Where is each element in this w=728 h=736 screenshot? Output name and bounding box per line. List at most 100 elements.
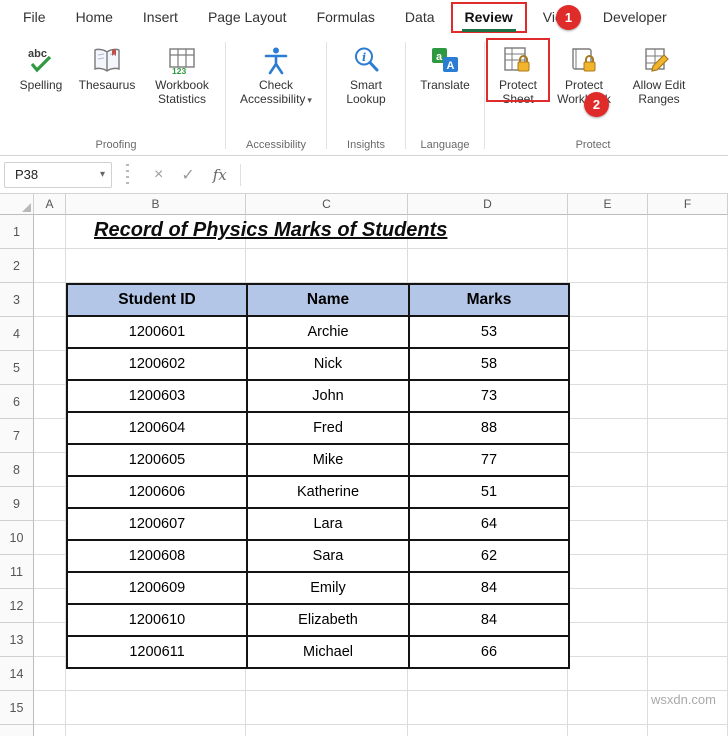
cell-A7[interactable] [34, 419, 66, 453]
cell-B16[interactable] [66, 725, 246, 736]
table-cell[interactable]: 1200601 [66, 315, 248, 349]
column-header-B[interactable]: B [66, 194, 246, 215]
table-cell[interactable]: 73 [408, 379, 570, 413]
table-cell[interactable]: 1200608 [66, 539, 248, 573]
allow-edit-ranges-button[interactable]: Allow Edit Ranges [620, 40, 698, 108]
row-header-13[interactable]: 13 [0, 623, 34, 657]
column-header-D[interactable]: D [408, 194, 568, 215]
table-cell[interactable]: Lara [246, 507, 410, 541]
table-cell[interactable]: Archie [246, 315, 410, 349]
cell-A6[interactable] [34, 385, 66, 419]
cell-F6[interactable] [648, 385, 728, 419]
cell-E9[interactable] [568, 487, 648, 521]
table-cell[interactable]: Fred [246, 411, 410, 445]
cell-E11[interactable] [568, 555, 648, 589]
row-header-6[interactable]: 6 [0, 385, 34, 419]
row-header-14[interactable]: 14 [0, 657, 34, 691]
table-cell[interactable]: 1200607 [66, 507, 248, 541]
row-header-11[interactable]: 11 [0, 555, 34, 589]
cell-D16[interactable] [408, 725, 568, 736]
sheet-title[interactable]: Record of Physics Marks of Students [94, 219, 447, 242]
tab-insert[interactable]: Insert [128, 0, 193, 34]
table-cell[interactable]: 53 [408, 315, 570, 349]
table-cell[interactable]: Michael [246, 635, 410, 669]
row-header-3[interactable]: 3 [0, 283, 34, 317]
workbook-statistics-button[interactable]: 123 Workbook Statistics [142, 40, 222, 108]
cell-E13[interactable] [568, 623, 648, 657]
cell-F9[interactable] [648, 487, 728, 521]
cell-E12[interactable] [568, 589, 648, 623]
table-cell[interactable]: 1200606 [66, 475, 248, 509]
table-cell[interactable]: Sara [246, 539, 410, 573]
cell-A1[interactable] [34, 215, 66, 249]
row-header-5[interactable]: 5 [0, 351, 34, 385]
table-cell[interactable]: Nick [246, 347, 410, 381]
cell-F12[interactable] [648, 589, 728, 623]
cell-A8[interactable] [34, 453, 66, 487]
table-cell[interactable]: John [246, 379, 410, 413]
table-cell[interactable]: 66 [408, 635, 570, 669]
cell-A15[interactable] [34, 691, 66, 725]
cell-E3[interactable] [568, 283, 648, 317]
column-header-E[interactable]: E [568, 194, 648, 215]
column-header-C[interactable]: C [246, 194, 408, 215]
table-cell[interactable]: 84 [408, 603, 570, 637]
translate-button[interactable]: a A Translate [409, 40, 481, 94]
check-accessibility-button[interactable]: Check Accessibility ▾ [229, 40, 323, 109]
cell-E14[interactable] [568, 657, 648, 691]
insert-function-button[interactable]: fx [204, 166, 236, 184]
cell-A10[interactable] [34, 521, 66, 555]
cell-A11[interactable] [34, 555, 66, 589]
tab-data[interactable]: Data [390, 0, 450, 34]
table-cell[interactable]: Elizabeth [246, 603, 410, 637]
cell-F3[interactable] [648, 283, 728, 317]
table-cell[interactable]: 1200610 [66, 603, 248, 637]
table-cell[interactable]: 1200605 [66, 443, 248, 477]
cell-B15[interactable] [66, 691, 246, 725]
formula-input[interactable] [246, 161, 728, 188]
table-cell[interactable]: 1200611 [66, 635, 248, 669]
row-header-2[interactable]: 2 [0, 249, 34, 283]
table-cell[interactable]: 84 [408, 571, 570, 605]
cell-E2[interactable] [568, 249, 648, 283]
cell-A4[interactable] [34, 317, 66, 351]
cell-A9[interactable] [34, 487, 66, 521]
cell-F2[interactable] [648, 249, 728, 283]
row-header-16[interactable]: 16 [0, 725, 34, 736]
table-cell[interactable]: 1200609 [66, 571, 248, 605]
tab-home[interactable]: Home [61, 0, 128, 34]
row-header-7[interactable]: 7 [0, 419, 34, 453]
cell-F4[interactable] [648, 317, 728, 351]
cell-E6[interactable] [568, 385, 648, 419]
cell-E10[interactable] [568, 521, 648, 555]
cell-A3[interactable] [34, 283, 66, 317]
cell-A2[interactable] [34, 249, 66, 283]
table-cell[interactable]: 62 [408, 539, 570, 573]
cell-F10[interactable] [648, 521, 728, 555]
protect-workbook-button[interactable]: Protect Workbook [550, 40, 618, 108]
table-header-cell[interactable]: Name [246, 283, 410, 317]
table-cell[interactable]: 88 [408, 411, 570, 445]
table-cell[interactable]: Mike [246, 443, 410, 477]
column-header-F[interactable]: F [648, 194, 728, 215]
tab-page-layout[interactable]: Page Layout [193, 0, 302, 34]
cell-E1[interactable] [568, 215, 648, 249]
row-header-15[interactable]: 15 [0, 691, 34, 725]
table-cell[interactable]: 77 [408, 443, 570, 477]
chevron-down-icon[interactable]: ▾ [100, 169, 105, 180]
cell-E5[interactable] [568, 351, 648, 385]
cell-F8[interactable] [648, 453, 728, 487]
cell-F13[interactable] [648, 623, 728, 657]
cell-F5[interactable] [648, 351, 728, 385]
enter-button[interactable]: ✓ [172, 165, 203, 185]
spelling-button[interactable]: abc Spelling [10, 40, 72, 94]
cell-F1[interactable] [648, 215, 728, 249]
cell-F11[interactable] [648, 555, 728, 589]
table-cell[interactable]: Katherine [246, 475, 410, 509]
row-header-1[interactable]: 1 [0, 215, 34, 249]
row-header-9[interactable]: 9 [0, 487, 34, 521]
table-cell[interactable]: 51 [408, 475, 570, 509]
cell-C16[interactable] [246, 725, 408, 736]
cell-A16[interactable] [34, 725, 66, 736]
cell-E8[interactable] [568, 453, 648, 487]
